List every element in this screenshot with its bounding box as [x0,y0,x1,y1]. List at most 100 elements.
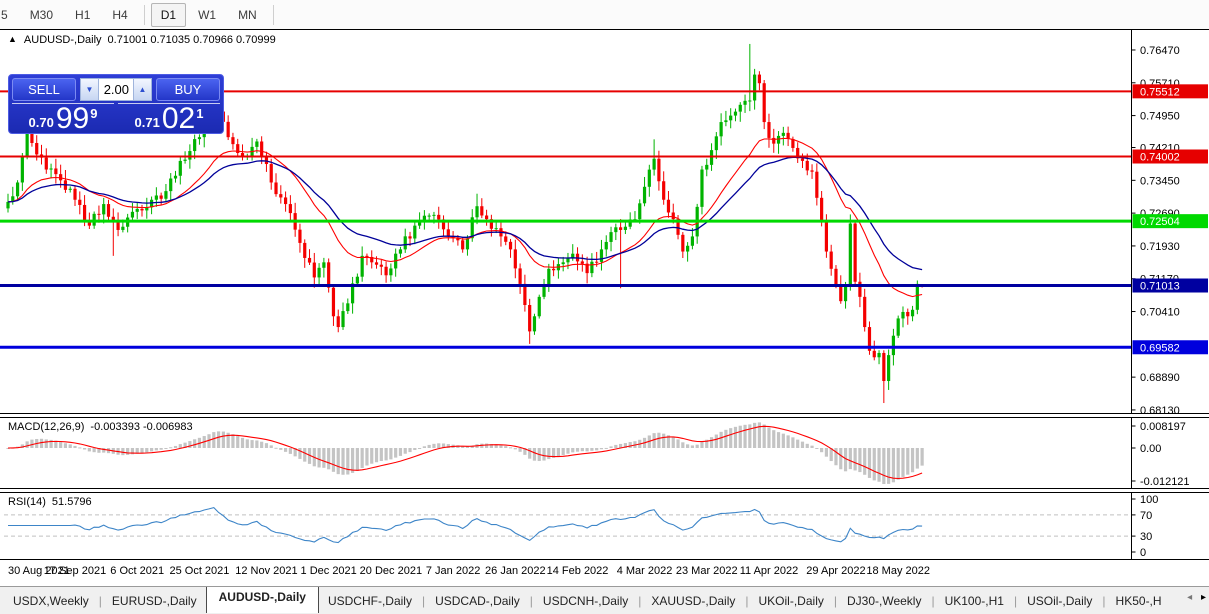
timeframe-toolbar: 5 M30 H1 H4 D1 W1 MN [0,0,1209,29]
tab-separator: | [422,594,425,608]
sell-price-prefix: 0.70 [29,115,54,130]
rsi-value: 51.5796 [52,496,92,508]
svg-text:0.71013: 0.71013 [1140,281,1180,293]
fast-ma-line [8,138,922,296]
symbol-tab-bar: USDX,Weekly|EURUSD-,DailyAUDUSD-,DailyUS… [0,586,1209,614]
mt4-chart-window: { "toolbar": { "timeframes": ["5","M30",… [0,0,1209,614]
svg-text:0.74002: 0.74002 [1140,152,1180,164]
symbol-tab-audusd[interactable]: AUDUSD-,Daily [206,586,319,613]
tab-scroll-left-icon[interactable]: ◂ [1187,592,1192,603]
date-label: 23 Mar 2022 [676,565,738,577]
symbol-tab-ukoil[interactable]: UKOil-,Daily [750,589,833,613]
symbol-period-label: AUDUSD-,Daily [24,34,102,46]
date-label: 12 Nov 2021 [235,565,297,577]
tf-button-mn[interactable]: MN [228,3,267,27]
one-click-trading-widget: SELL ▼ 2.00 ▲ BUY 0.70999 0.71021 [8,74,224,134]
tab-scroll-right-icon[interactable]: ▸ [1201,592,1206,603]
sell-button[interactable]: SELL [12,78,76,101]
symbol-tab-uk100[interactable]: UK100-,H1 [936,589,1013,613]
macd-panel[interactable]: 0.008197 0.00 -0.012121 MACD(12,26,9) -0.00… [0,417,1209,489]
slow-ma-line [8,157,922,269]
volume-spinner: ▼ 2.00 ▲ [80,78,152,101]
collapse-triangle-icon[interactable]: ▲ [8,34,17,44]
svg-text:0.69582: 0.69582 [1140,342,1180,354]
svg-text:0.70410: 0.70410 [1140,307,1180,319]
tab-separator: | [931,594,934,608]
symbol-tab-usdcnh[interactable]: USDCNH-,Daily [534,589,637,613]
date-label: 29 Apr 2022 [806,565,865,577]
symbol-tab-eurusd[interactable]: EURUSD-,Daily [103,589,206,613]
volume-increase-icon[interactable]: ▲ [133,78,152,101]
tf-button-d1[interactable]: D1 [151,3,186,27]
tf-button-w1[interactable]: W1 [188,3,226,27]
svg-text:0.76470: 0.76470 [1140,45,1180,57]
macd-header: MACD(12,26,9) -0.003393 -0.006983 [8,421,193,433]
chart-ohlc-header: ▲ AUDUSD-,Daily 0.71001 0.71035 0.70966 0.… [8,34,276,46]
rsi-header: RSI(14) 51.5796 [8,496,92,508]
tab-separator: | [745,594,748,608]
toolbar-separator [273,5,274,25]
tf-button-h4[interactable]: H4 [102,3,137,27]
svg-text:0.008197: 0.008197 [1140,421,1186,433]
svg-text:0.75512: 0.75512 [1140,86,1180,98]
buy-button[interactable]: BUY [156,78,220,101]
svg-text:0.73450: 0.73450 [1140,175,1180,187]
ohlc-values: 0.71001 0.71035 0.70966 0.70999 [108,34,276,46]
symbol-tab-dj30[interactable]: DJ30-,Weekly [838,589,930,613]
date-label: 4 Mar 2022 [617,565,673,577]
date-axis: 30 Aug 202117 Sep 20216 Oct 202125 Oct 2… [0,560,1209,586]
tab-separator: | [834,594,837,608]
symbol-tab-hk50[interactable]: HK50-,H [1107,589,1171,613]
svg-text:0.72504: 0.72504 [1140,216,1180,228]
date-label: 11 Apr 2022 [740,565,799,577]
volume-decrease-icon[interactable]: ▼ [80,78,99,101]
sell-price-big: 99 [56,105,89,133]
sell-price-pip: 9 [90,106,97,121]
svg-text:0.68890: 0.68890 [1140,372,1180,384]
buy-price-prefix: 0.71 [135,115,160,130]
rsi-label: RSI(14) [8,496,46,508]
date-label: 26 Jan 2022 [485,565,546,577]
tab-separator: | [1014,594,1017,608]
symbol-tab-xauusd[interactable]: XAUUSD-,Daily [642,589,744,613]
svg-text:-0.012121: -0.012121 [1140,476,1190,488]
svg-text:30: 30 [1140,531,1152,543]
symbol-tab-usdx[interactable]: USDX,Weekly [4,589,98,613]
svg-text:100: 100 [1140,494,1158,506]
tf-button-h1[interactable]: H1 [65,3,100,27]
date-label: 20 Dec 2021 [360,565,422,577]
rsi-panel[interactable]: 100 70 30 0 RSI(14) 51.5796 [0,492,1209,560]
sell-price-display[interactable]: 0.70999 [12,103,114,134]
svg-text:0.68130: 0.68130 [1140,405,1180,413]
macd-values: -0.003393 -0.006983 [90,421,192,433]
tab-separator: | [638,594,641,608]
buy-price-display[interactable]: 0.71021 [118,103,220,134]
date-label: 1 Dec 2021 [301,565,357,577]
svg-text:0.71930: 0.71930 [1140,241,1180,253]
date-label: 18 May 2022 [866,565,930,577]
svg-text:0.00: 0.00 [1140,443,1161,455]
symbol-tab-usdchf[interactable]: USDCHF-,Daily [319,589,421,613]
svg-text:0.74950: 0.74950 [1140,111,1180,123]
macd-label: MACD(12,26,9) [8,421,84,433]
svg-text:70: 70 [1140,510,1152,522]
rsi-line [8,508,922,543]
symbol-tab-usdcad[interactable]: USDCAD-,Daily [426,589,529,613]
date-label: 14 Feb 2022 [547,565,609,577]
tf-button-m30[interactable]: M30 [20,3,63,27]
svg-text:0: 0 [1140,547,1146,559]
rsi-canvas[interactable]: 100 70 30 0 [0,493,1209,559]
buy-price-big: 02 [162,105,195,133]
toolbar-separator [144,5,145,25]
volume-input[interactable]: 2.00 [99,78,133,101]
tf-button-m5[interactable]: 5 [0,3,18,27]
macd-signal-line [8,426,922,478]
buy-price-pip: 1 [196,106,203,121]
tab-separator: | [530,594,533,608]
tab-scroll-arrows: ◂ ▸ [1181,592,1206,603]
date-label: 6 Oct 2021 [110,565,164,577]
symbol-tab-usoil[interactable]: USOil-,Daily [1018,589,1101,613]
main-chart-panel[interactable]: 0.764700.757100.749500.742100.734500.726… [0,29,1209,414]
date-label: 7 Jan 2022 [426,565,480,577]
date-label: 25 Oct 2021 [169,565,229,577]
